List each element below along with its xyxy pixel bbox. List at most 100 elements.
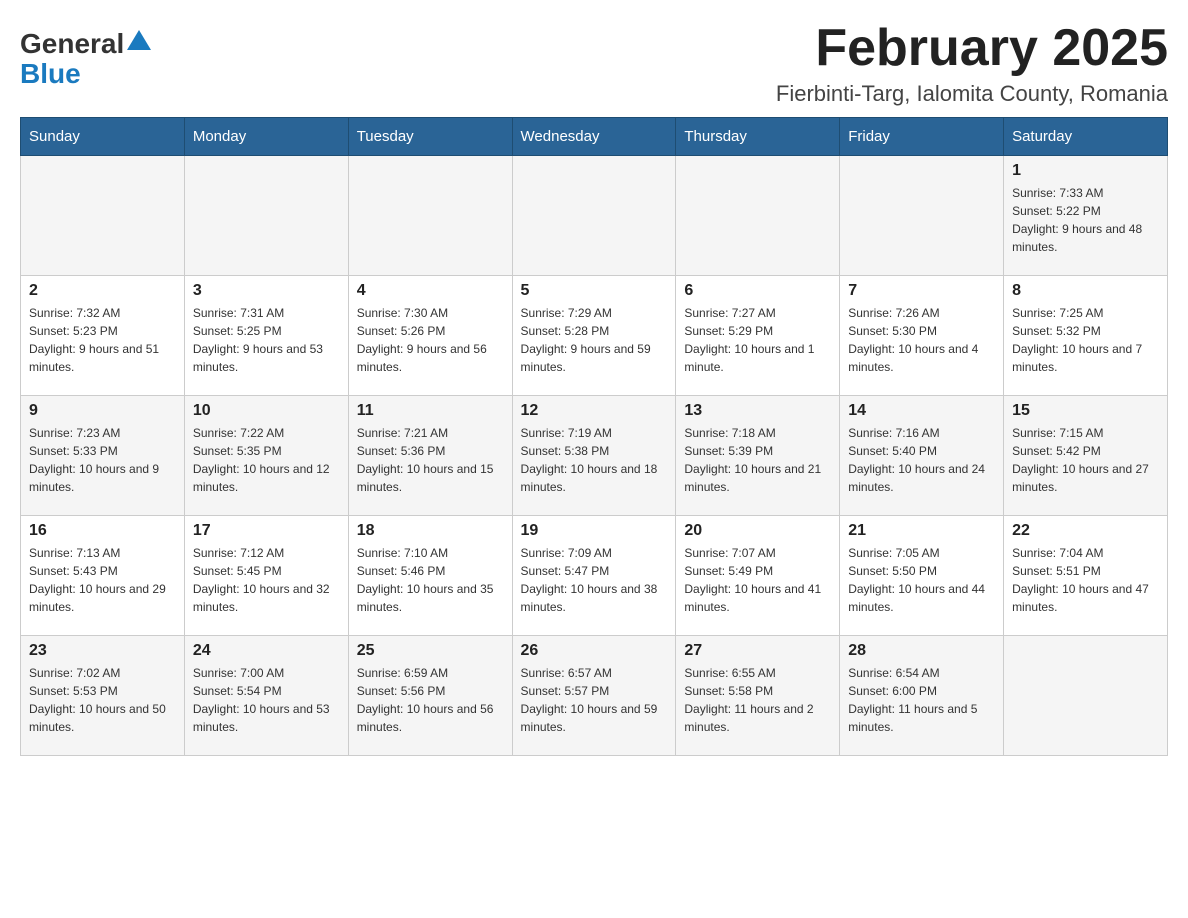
day-number: 19	[521, 522, 668, 540]
day-number: 18	[357, 522, 504, 540]
calendar-cell: 2 Sunrise: 7:32 AM Sunset: 5:23 PM Daylig…	[21, 276, 185, 396]
day-info: Sunrise: 6:57 AM Sunset: 5:57 PM Dayligh…	[521, 664, 668, 736]
day-info: Sunrise: 6:55 AM Sunset: 5:58 PM Dayligh…	[684, 664, 831, 736]
day-info: Sunrise: 7:27 AM Sunset: 5:29 PM Dayligh…	[684, 304, 831, 376]
calendar-body: 1Sunrise: 7:33 AM Sunset: 5:22 PM Daylig…	[21, 156, 1168, 756]
weekday-header-row: SundayMondayTuesdayWednesdayThursdayFrid…	[21, 118, 1168, 156]
day-info: Sunrise: 7:10 AM Sunset: 5:46 PM Dayligh…	[357, 544, 504, 616]
calendar-table: SundayMondayTuesdayWednesdayThursdayFrid…	[20, 117, 1168, 756]
calendar-cell: 21Sunrise: 7:05 AM Sunset: 5:50 PM Dayli…	[840, 516, 1004, 636]
calendar-cell: 23 Sunrise: 7:02 AM Sunset: 5:53 PM Dayli…	[21, 636, 185, 756]
day-number: 2	[29, 282, 176, 300]
day-number: 17	[193, 522, 340, 540]
day-number: 9	[29, 402, 176, 420]
weekday-header-sunday: Sunday	[21, 118, 185, 156]
day-number: 15	[1012, 402, 1159, 420]
calendar-cell	[676, 156, 840, 276]
calendar-cell: 11Sunrise: 7:21 AM Sunset: 5:36 PM Dayli…	[348, 396, 512, 516]
calendar-cell	[21, 156, 185, 276]
day-info: Sunrise: 7:04 AM Sunset: 5:51 PM Dayligh…	[1012, 544, 1159, 616]
weekday-header-thursday: Thursday	[676, 118, 840, 156]
day-info: Sunrise: 7:07 AM Sunset: 5:49 PM Dayligh…	[684, 544, 831, 616]
day-number: 6	[684, 282, 831, 300]
calendar-cell: 12 Sunrise: 7:19 AM Sunset: 5:38 PM Dayli…	[512, 396, 676, 516]
day-number: 28	[848, 642, 995, 660]
day-number: 8	[1012, 282, 1159, 300]
weekday-header-monday: Monday	[184, 118, 348, 156]
day-info: Sunrise: 7:31 AM Sunset: 5:25 PM Dayligh…	[193, 304, 340, 376]
day-info: Sunrise: 6:54 AM Sunset: 6:00 PM Dayligh…	[848, 664, 995, 736]
day-info: Sunrise: 7:33 AM Sunset: 5:22 PM Dayligh…	[1012, 184, 1159, 256]
location-subtitle: Fierbinti-Targ, Ialomita County, Romania	[776, 81, 1168, 107]
calendar-week-row: 2 Sunrise: 7:32 AM Sunset: 5:23 PM Daylig…	[21, 276, 1168, 396]
calendar-cell: 14 Sunrise: 7:16 AM Sunset: 5:40 PM Dayli…	[840, 396, 1004, 516]
calendar-cell: 24Sunrise: 7:00 AM Sunset: 5:54 PM Dayli…	[184, 636, 348, 756]
calendar-cell: 19 Sunrise: 7:09 AM Sunset: 5:47 PM Dayli…	[512, 516, 676, 636]
calendar-cell	[348, 156, 512, 276]
day-info: Sunrise: 7:22 AM Sunset: 5:35 PM Dayligh…	[193, 424, 340, 496]
day-info: Sunrise: 7:16 AM Sunset: 5:40 PM Dayligh…	[848, 424, 995, 496]
weekday-header-friday: Friday	[840, 118, 1004, 156]
day-number: 27	[684, 642, 831, 660]
day-number: 26	[521, 642, 668, 660]
day-number: 25	[357, 642, 504, 660]
day-number: 5	[521, 282, 668, 300]
day-info: Sunrise: 7:13 AM Sunset: 5:43 PM Dayligh…	[29, 544, 176, 616]
calendar-cell: 4 Sunrise: 7:30 AM Sunset: 5:26 PM Daylig…	[348, 276, 512, 396]
day-info: Sunrise: 7:30 AM Sunset: 5:26 PM Dayligh…	[357, 304, 504, 376]
calendar-week-row: 9 Sunrise: 7:23 AM Sunset: 5:33 PM Daylig…	[21, 396, 1168, 516]
day-info: Sunrise: 7:21 AM Sunset: 5:36 PM Dayligh…	[357, 424, 504, 496]
day-number: 22	[1012, 522, 1159, 540]
calendar-cell: 7Sunrise: 7:26 AM Sunset: 5:30 PM Daylig…	[840, 276, 1004, 396]
calendar-cell: 6 Sunrise: 7:27 AM Sunset: 5:29 PM Daylig…	[676, 276, 840, 396]
day-info: Sunrise: 7:15 AM Sunset: 5:42 PM Dayligh…	[1012, 424, 1159, 496]
calendar-cell: 5 Sunrise: 7:29 AM Sunset: 5:28 PM Daylig…	[512, 276, 676, 396]
day-number: 4	[357, 282, 504, 300]
calendar-cell: 10 Sunrise: 7:22 AM Sunset: 5:35 PM Dayli…	[184, 396, 348, 516]
weekday-header-wednesday: Wednesday	[512, 118, 676, 156]
day-number: 12	[521, 402, 668, 420]
day-number: 21	[848, 522, 995, 540]
logo: General Blue	[20, 30, 151, 90]
calendar-cell: 9 Sunrise: 7:23 AM Sunset: 5:33 PM Daylig…	[21, 396, 185, 516]
day-info: Sunrise: 7:25 AM Sunset: 5:32 PM Dayligh…	[1012, 304, 1159, 376]
title-block: February 2025 Fierbinti-Targ, Ialomita C…	[776, 20, 1168, 107]
day-number: 13	[684, 402, 831, 420]
day-info: Sunrise: 7:32 AM Sunset: 5:23 PM Dayligh…	[29, 304, 176, 376]
logo-general: General	[20, 30, 124, 58]
calendar-cell: 17 Sunrise: 7:12 AM Sunset: 5:45 PM Dayli…	[184, 516, 348, 636]
calendar-header: SundayMondayTuesdayWednesdayThursdayFrid…	[21, 118, 1168, 156]
day-info: Sunrise: 7:19 AM Sunset: 5:38 PM Dayligh…	[521, 424, 668, 496]
calendar-cell: 3 Sunrise: 7:31 AM Sunset: 5:25 PM Daylig…	[184, 276, 348, 396]
day-number: 14	[848, 402, 995, 420]
calendar-cell	[184, 156, 348, 276]
day-info: Sunrise: 7:29 AM Sunset: 5:28 PM Dayligh…	[521, 304, 668, 376]
day-info: Sunrise: 7:12 AM Sunset: 5:45 PM Dayligh…	[193, 544, 340, 616]
day-info: Sunrise: 7:26 AM Sunset: 5:30 PM Dayligh…	[848, 304, 995, 376]
calendar-week-row: 1Sunrise: 7:33 AM Sunset: 5:22 PM Daylig…	[21, 156, 1168, 276]
calendar-cell: 8 Sunrise: 7:25 AM Sunset: 5:32 PM Daylig…	[1004, 276, 1168, 396]
calendar-cell: 13Sunrise: 7:18 AM Sunset: 5:39 PM Dayli…	[676, 396, 840, 516]
calendar-week-row: 23 Sunrise: 7:02 AM Sunset: 5:53 PM Dayli…	[21, 636, 1168, 756]
month-title: February 2025	[776, 20, 1168, 77]
day-number: 24	[193, 642, 340, 660]
day-info: Sunrise: 6:59 AM Sunset: 5:56 PM Dayligh…	[357, 664, 504, 736]
page-header: General Blue February 2025 Fierbinti-Tar…	[20, 20, 1168, 107]
logo-blue: Blue	[20, 58, 151, 90]
day-number: 3	[193, 282, 340, 300]
calendar-cell	[1004, 636, 1168, 756]
logo-triangle-icon	[127, 30, 151, 50]
weekday-header-tuesday: Tuesday	[348, 118, 512, 156]
calendar-cell: 15 Sunrise: 7:15 AM Sunset: 5:42 PM Dayli…	[1004, 396, 1168, 516]
day-info: Sunrise: 7:02 AM Sunset: 5:53 PM Dayligh…	[29, 664, 176, 736]
day-number: 16	[29, 522, 176, 540]
day-info: Sunrise: 7:09 AM Sunset: 5:47 PM Dayligh…	[521, 544, 668, 616]
calendar-cell: 25 Sunrise: 6:59 AM Sunset: 5:56 PM Dayli…	[348, 636, 512, 756]
calendar-cell	[512, 156, 676, 276]
day-number: 20	[684, 522, 831, 540]
weekday-header-saturday: Saturday	[1004, 118, 1168, 156]
calendar-cell: 22 Sunrise: 7:04 AM Sunset: 5:51 PM Dayli…	[1004, 516, 1168, 636]
day-number: 23	[29, 642, 176, 660]
day-info: Sunrise: 7:23 AM Sunset: 5:33 PM Dayligh…	[29, 424, 176, 496]
day-number: 10	[193, 402, 340, 420]
